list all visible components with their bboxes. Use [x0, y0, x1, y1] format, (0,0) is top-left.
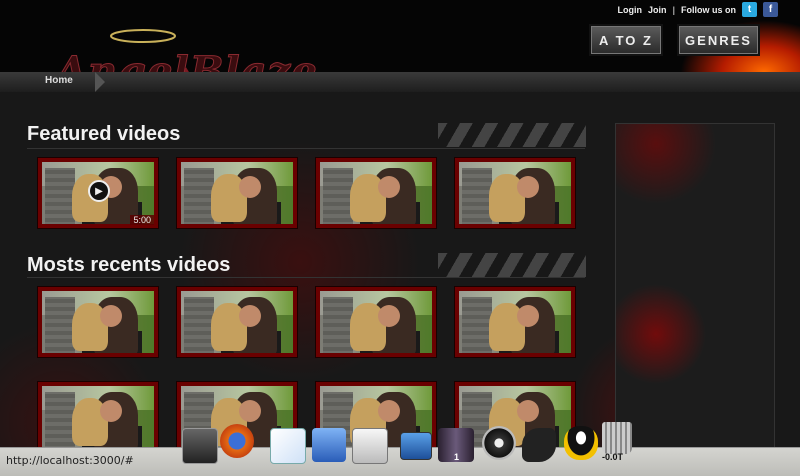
- breadcrumb-arrow-icon: [95, 72, 105, 92]
- video-thumbnail[interactable]: [37, 286, 159, 358]
- top-links: Login Join | Follow us on t f: [617, 2, 778, 17]
- video-thumbnail[interactable]: [176, 286, 298, 358]
- header: AngelBlaze Login Join | Follow us on t f…: [0, 0, 800, 112]
- dragon-icon[interactable]: [522, 428, 556, 462]
- trash-icon[interactable]: [602, 422, 632, 454]
- video-thumbnail[interactable]: [315, 286, 437, 358]
- stripes-decoration: [438, 123, 586, 147]
- a-to-z-button[interactable]: A TO Z: [591, 26, 661, 54]
- trash-label: -0.0T: [602, 452, 624, 462]
- workspace-icon[interactable]: 1: [438, 428, 474, 462]
- section-divider: [27, 148, 585, 149]
- video-thumbnail[interactable]: ▶ 5:00: [37, 157, 159, 229]
- desktop-icon[interactable]: [400, 432, 432, 460]
- status-url: http://localhost:3000/#: [6, 454, 134, 467]
- stripes-decoration: [438, 253, 586, 277]
- linux-penguin-icon[interactable]: [564, 426, 598, 460]
- workspace-number: 1: [454, 452, 460, 462]
- recent-videos-title: Mosts recents videos: [27, 254, 231, 276]
- terminal-icon[interactable]: [182, 428, 218, 464]
- finder-icon[interactable]: [312, 428, 346, 462]
- video-thumbnail[interactable]: [454, 286, 576, 358]
- featured-row: ▶ 5:00: [37, 157, 576, 229]
- featured-videos-title: Featured videos: [27, 123, 181, 145]
- play-icon[interactable]: ▶: [88, 180, 110, 202]
- video-thumbnail[interactable]: [37, 381, 159, 453]
- recent-row-1: [37, 286, 576, 358]
- dock: 1 -0.0T: [178, 422, 638, 472]
- nav-bar: Home: [0, 72, 800, 92]
- video-duration: 5:00: [130, 215, 154, 225]
- media-icon[interactable]: [482, 426, 516, 460]
- firefox-icon[interactable]: [220, 424, 254, 458]
- follow-us-label: Follow us on: [681, 4, 736, 15]
- sidebar-panel: [615, 123, 775, 453]
- twitter-icon[interactable]: t: [742, 2, 757, 17]
- login-link[interactable]: Login: [617, 5, 642, 15]
- video-thumbnail[interactable]: [315, 157, 437, 229]
- facebook-icon[interactable]: f: [763, 2, 778, 17]
- documents-icon[interactable]: [352, 428, 388, 464]
- section-divider: [27, 277, 585, 278]
- home-link[interactable]: Home: [45, 75, 73, 86]
- genres-button[interactable]: GENRES: [679, 26, 758, 54]
- text-editor-icon[interactable]: [270, 428, 306, 464]
- join-link[interactable]: Join: [648, 5, 667, 15]
- separator: |: [672, 4, 675, 15]
- video-thumbnail[interactable]: [176, 157, 298, 229]
- video-thumbnail[interactable]: [454, 157, 576, 229]
